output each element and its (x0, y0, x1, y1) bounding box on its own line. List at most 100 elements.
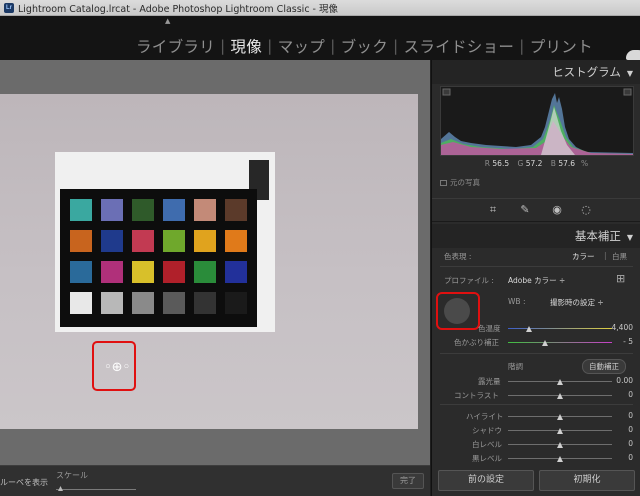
highlights-slider-knob[interactable] (557, 414, 563, 420)
done-button[interactable]: 完了 (392, 473, 424, 489)
contrast-value[interactable]: 0 (628, 390, 633, 399)
module-list: ライブラリ | 現像 | マップ | ブック | スライドショー | プリント (136, 35, 593, 57)
original-photo-checkbox[interactable] (440, 180, 447, 186)
blacks-slider-knob[interactable] (557, 456, 563, 462)
blacks-value[interactable]: 0 (628, 453, 633, 462)
profile-dropdown[interactable]: Adobe カラー ÷ (508, 275, 565, 286)
module-develop[interactable]: 現像 (231, 35, 263, 57)
masking-icon[interactable]: ◌ (579, 203, 593, 217)
basic-panel-header[interactable]: 基本補正 ▼ (432, 224, 640, 248)
whites-slider-knob[interactable] (557, 442, 563, 448)
exposure-label: 露光量 (478, 377, 501, 386)
crop-tool-icon[interactable]: ⌗ (486, 203, 500, 217)
profile-label: プロファイル : (444, 276, 494, 285)
contrast-label: コントラスト (454, 391, 499, 400)
module-library[interactable]: ライブラリ (136, 35, 215, 57)
window-title-bar: Lr Lightroom Catalog.lrcat - Adobe Photo… (0, 0, 640, 16)
divider (440, 266, 633, 267)
color-patch (194, 199, 216, 221)
module-separator: | (393, 37, 399, 55)
whites-value[interactable]: 0 (628, 439, 633, 448)
highlight-clipping-indicator[interactable] (623, 88, 632, 96)
photo-image[interactable] (0, 94, 418, 429)
right-panel: ヒストグラム ▼ R 56.5 G 57.2 B 57.6% 元の写真 ⌗ ✎ ◉… (431, 60, 640, 496)
treatment-bw-button[interactable]: 白黒 (612, 251, 627, 262)
treatment-color-button[interactable]: カラー (572, 251, 595, 262)
spot-removal-icon[interactable]: ✎ (518, 203, 532, 217)
shadows-label: シャドウ (472, 426, 502, 435)
color-patch (225, 261, 247, 283)
contrast-slider-knob[interactable] (557, 393, 563, 399)
histogram-svg (441, 88, 633, 155)
temp-label: 色温度 (478, 324, 501, 333)
temp-value[interactable]: 4,400 (612, 323, 633, 332)
wb-selector-highlight (436, 292, 480, 330)
tint-value[interactable]: - 5 (623, 337, 633, 346)
red-eye-icon[interactable]: ◉ (550, 203, 564, 217)
histogram-header[interactable]: ヒストグラム ▼ (432, 60, 640, 84)
exposure-value[interactable]: 0.00 (616, 376, 633, 385)
tint-slider-track[interactable] (508, 342, 612, 343)
shadow-clipping-indicator[interactable] (442, 88, 451, 96)
temp-slider-knob[interactable] (526, 326, 532, 332)
divider (440, 404, 633, 405)
color-patch (194, 292, 216, 314)
module-slideshow[interactable]: スライドショー (404, 35, 515, 57)
color-patch (70, 230, 92, 252)
tone-label: 階調 (508, 362, 523, 371)
color-patch (163, 230, 185, 252)
shadows-slider-knob[interactable] (557, 428, 563, 434)
color-checker-chart (60, 189, 257, 327)
module-separator: | (519, 37, 525, 55)
collapse-top-panel-icon[interactable]: ▲ (165, 17, 170, 25)
wb-label: WB : (508, 297, 526, 306)
original-photo-toggle[interactable]: 元の写真 (440, 177, 480, 188)
r-label: R (484, 159, 491, 168)
histogram-title: ヒストグラム (552, 65, 621, 79)
color-patch (225, 199, 247, 221)
wb-picker-cursor-icon: ◦⊕◦ (104, 360, 131, 375)
module-book[interactable]: ブック (341, 35, 388, 57)
color-patch (225, 230, 247, 252)
color-patch (70, 261, 92, 283)
module-separator: | (267, 37, 273, 55)
module-picker: ▲ ライブラリ | 現像 | マップ | ブック | スライドショー | プリン… (0, 16, 640, 60)
g-value: 57.2 (525, 159, 543, 168)
scale-slider-track[interactable] (56, 489, 136, 490)
b-label: B (550, 159, 556, 168)
shadows-value[interactable]: 0 (628, 425, 633, 434)
tint-slider-knob[interactable] (542, 340, 548, 346)
histogram-graph[interactable] (440, 86, 634, 156)
profile-browser-icon[interactable]: ⊞ (616, 272, 625, 285)
color-patch (70, 292, 92, 314)
color-patch (163, 292, 185, 314)
collapse-triangle-icon[interactable]: ▼ (627, 69, 633, 78)
percent-sign: % (581, 159, 589, 168)
module-separator: | (330, 37, 336, 55)
auto-tone-button[interactable]: 自動補正 (582, 359, 626, 374)
divider (440, 353, 633, 354)
highlights-value[interactable]: 0 (628, 411, 633, 420)
color-patch (194, 230, 216, 252)
color-patch (101, 292, 123, 314)
scale-label: スケール (56, 471, 88, 480)
histogram-rgb-readout: R 56.5 G 57.2 B 57.6% (432, 159, 640, 168)
show-loupe-checkbox[interactable]: ルーペを表示 (0, 477, 48, 488)
module-print[interactable]: プリント (530, 35, 593, 57)
module-map[interactable]: マップ (278, 35, 325, 57)
color-patch (132, 261, 154, 283)
r-value: 56.5 (492, 159, 510, 168)
color-patch (101, 230, 123, 252)
color-patch (70, 199, 92, 221)
tint-label: 色かぶり補正 (454, 338, 499, 347)
collapse-triangle-icon[interactable]: ▼ (627, 233, 633, 242)
photo-canvas[interactable]: ◦⊕◦ (0, 60, 430, 465)
cloud-sync-icon[interactable] (626, 50, 640, 60)
wb-dropdown[interactable]: 撮影時の設定 ÷ (550, 297, 604, 308)
temp-slider-track[interactable] (508, 328, 612, 329)
exposure-slider-knob[interactable] (557, 379, 563, 385)
previous-settings-button[interactable]: 前の設定 (438, 470, 534, 491)
lightroom-app-icon: Lr (4, 2, 14, 13)
color-patch (101, 261, 123, 283)
reset-button[interactable]: 初期化 (539, 470, 635, 491)
